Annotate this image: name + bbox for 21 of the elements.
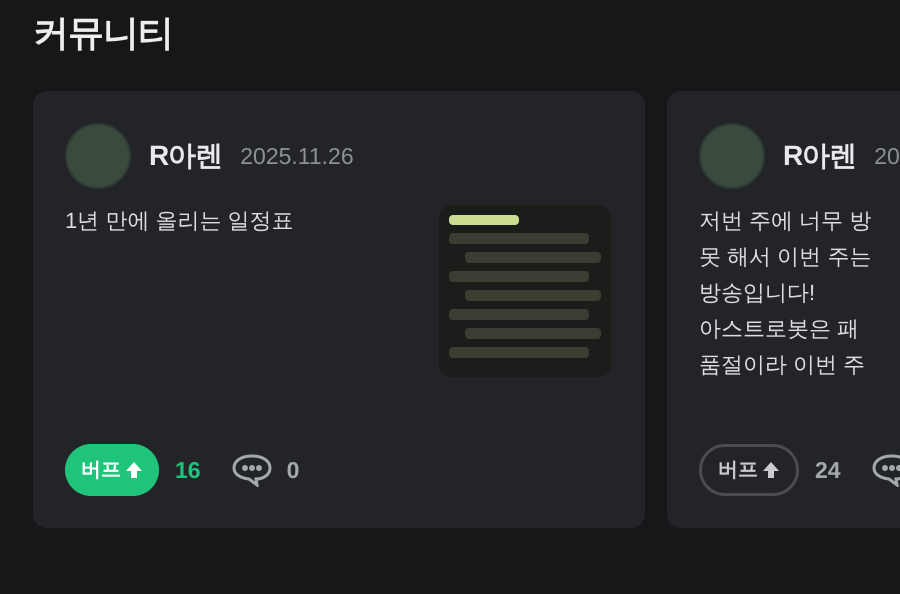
comment-icon[interactable]	[230, 453, 273, 487]
buff-button[interactable]: 버프	[699, 444, 799, 496]
post-text: 아스트로봇은 패	[699, 315, 860, 343]
up-arrow-icon	[762, 461, 780, 479]
buff-count: 16	[175, 456, 201, 485]
comment-icon[interactable]	[870, 453, 900, 487]
post-text: 방송입니다!	[699, 279, 816, 307]
page-title: 커뮤니티	[33, 11, 173, 55]
post-text: 품절이라 이번 주	[699, 351, 866, 379]
post-card[interactable]: R아렌 20 저번 주에 너무 방 못 해서 이번 주는 방송입니다! 아스트로봇은 패 품절이라 이번 주 버프 24	[667, 91, 900, 528]
post-text: 못 해서 이번 주는	[699, 243, 872, 271]
post-text: 1년 만에 올리는 일정표	[65, 207, 294, 235]
post-text: 저번 주에 너무 방	[699, 207, 872, 235]
comment-count: 0	[286, 456, 300, 485]
author-name: R아렌	[149, 139, 222, 173]
post-date: 20	[874, 142, 900, 171]
post-date: 2025.11.26	[240, 142, 354, 171]
author-name: R아렌	[783, 139, 856, 173]
buff-count: 24	[815, 456, 841, 485]
post-card[interactable]: R아렌 2025.11.26 1년 만에 올리는 일정표 버프 16 0	[33, 91, 645, 528]
up-arrow-icon	[125, 461, 143, 479]
